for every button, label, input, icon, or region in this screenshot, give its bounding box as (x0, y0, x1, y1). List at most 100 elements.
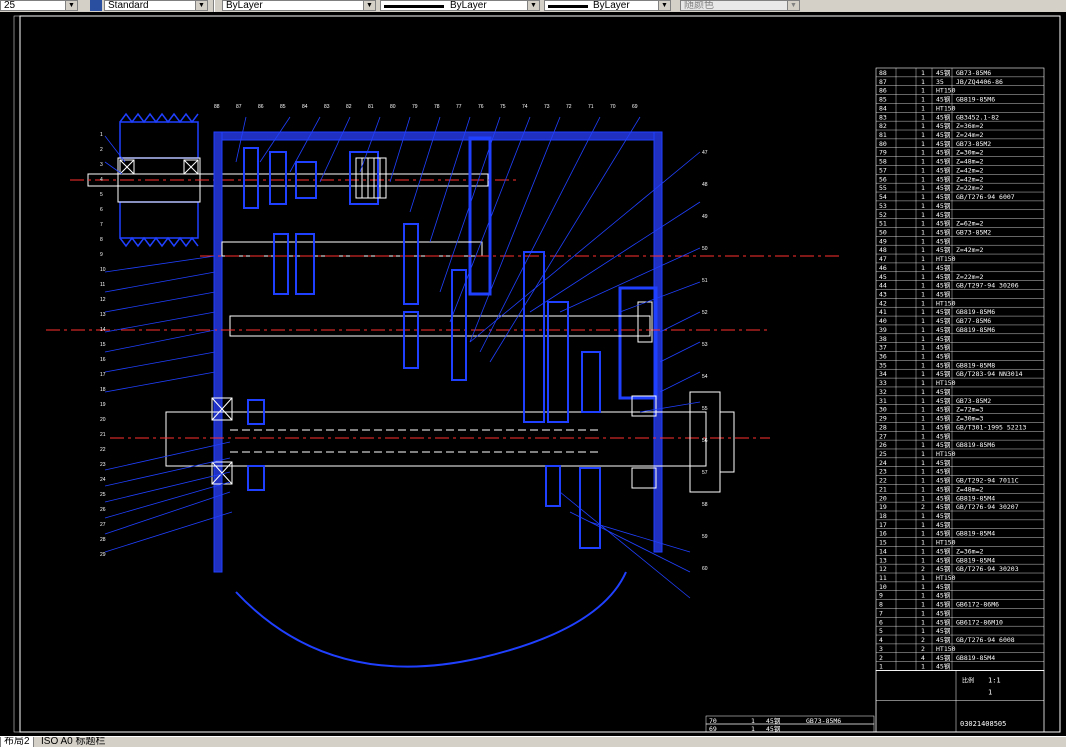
bom-standard: GB6172-86M10 (956, 618, 1003, 626)
bom-material: 45钢 (936, 282, 951, 290)
callout-left: 9 (100, 252, 103, 258)
chevron-down-icon[interactable]: ▼ (363, 1, 375, 10)
bom-standard: Z=42m=2 (956, 175, 983, 183)
bom-item-no: 80 (879, 140, 887, 148)
callout-top: 69 (632, 104, 638, 110)
plot-style-value: 随颜色 (684, 0, 714, 11)
bom-qty: 1 (921, 663, 925, 671)
bom-standard: GB819-85M4 (956, 556, 995, 564)
chevron-down-icon[interactable]: ▼ (527, 1, 539, 10)
bom-material: 45钢 (936, 583, 951, 591)
bom-standard: Z=72m=3 (956, 406, 983, 414)
bom-qty: 1 (921, 547, 925, 555)
bom-material: 45钢 (936, 193, 951, 201)
linetype-value: ByLayer (450, 0, 487, 11)
bom-standard: GB819-85M6 (956, 308, 995, 316)
callout-top: 83 (324, 104, 330, 110)
bom-qty: 1 (921, 361, 925, 369)
scale-combo[interactable]: 25 ▼ (0, 0, 78, 11)
chevron-down-icon[interactable]: ▼ (787, 1, 799, 10)
bom-material: 45钢 (936, 69, 951, 77)
bom-item-no: 41 (879, 308, 887, 316)
bom-standard: GB819-85M4 (956, 494, 995, 502)
callout-left: 12 (100, 297, 106, 303)
text-style-combo[interactable]: Standard ▼ (104, 0, 208, 11)
bom-item-no: 40 (879, 317, 887, 325)
bom-standard: GB3452.1-82 (956, 113, 999, 121)
bom-item-no: 84 (879, 104, 887, 112)
callout-top: 76 (478, 104, 484, 110)
bom-qty: 1 (921, 282, 925, 290)
bom-qty: 1 (921, 609, 925, 617)
bom-item-no: 20 (879, 494, 887, 502)
bom-item-no: 32 (879, 388, 887, 396)
bom-qty: 1 (921, 255, 925, 263)
bom-material: 45钢 (766, 725, 781, 733)
callout-left: 29 (100, 552, 106, 558)
bom-item-no: 19 (879, 503, 887, 511)
bom-item-no: 5 (879, 627, 883, 635)
callout-right: 60 (702, 566, 708, 572)
bom-qty: 1 (921, 96, 925, 104)
assembly-drawing: 88 87 86 85 84 83 82 81 80 79 78 77 76 75 74 73 72 71 70 69… (13, 15, 1061, 733)
bom-item-no: 31 (879, 397, 887, 405)
bom-qty: 4 (921, 654, 925, 662)
bom-item-no: 83 (879, 113, 887, 121)
bom-material: 45钢 (936, 353, 951, 361)
callout-left: 16 (100, 357, 106, 363)
callout-left: 7 (100, 222, 103, 228)
drawing-canvas[interactable]: 88 87 86 85 84 83 82 81 80 79 78 77 76 75 74 73 72 71 70 69… (0, 12, 1066, 736)
chevron-down-icon[interactable]: ▼ (658, 1, 670, 10)
bom-material: 45钢 (936, 158, 951, 166)
bom-item-no: 82 (879, 122, 887, 130)
chevron-down-icon[interactable]: ▼ (65, 1, 77, 10)
text-style-icon[interactable] (90, 0, 102, 11)
bom-qty: 1 (921, 78, 925, 86)
bom-qty: 1 (921, 397, 925, 405)
bom-qty: 2 (921, 503, 925, 511)
scale-value: 1:1 (988, 676, 1001, 684)
linetype-combo[interactable]: ByLayer ▼ (380, 0, 540, 11)
bom-qty: 1 (921, 87, 925, 95)
output-shaft (229, 315, 651, 337)
bom-qty: 1 (921, 627, 925, 635)
bom-standard: GB819-85M8 (956, 361, 995, 369)
bom-material: 45钢 (936, 370, 951, 378)
bom-material: 45钢 (936, 485, 951, 493)
bom-qty: 1 (921, 379, 925, 387)
plot-style-combo[interactable]: 随颜色 ▼ (680, 0, 800, 11)
intermediate-shaft (221, 241, 483, 257)
bom-standard: Z=36m=2 (956, 547, 983, 555)
bom-bottom-row (705, 715, 875, 725)
bom-material: 45钢 (936, 406, 951, 414)
bom-material: HT150 (936, 299, 956, 307)
bom-qty: 1 (921, 353, 925, 361)
bom-qty: 1 (921, 335, 925, 343)
bom-qty: 1 (921, 415, 925, 423)
bom-material: 45钢 (936, 663, 951, 671)
bom-qty: 1 (921, 370, 925, 378)
bom-item-no: 34 (879, 370, 887, 378)
bom-material: 45钢 (936, 131, 951, 139)
lineweight-swatch (548, 5, 588, 8)
lineweight-combo[interactable]: ByLayer ▼ (544, 0, 671, 11)
bom-qty: 1 (921, 317, 925, 325)
bom-item-no: 14 (879, 547, 887, 555)
bom-material: 45钢 (936, 423, 951, 431)
color-combo[interactable]: ByLayer ▼ (222, 0, 376, 11)
callout-right: 58 (702, 502, 708, 508)
bom-item-no: 48 (879, 246, 887, 254)
callout-left: 22 (100, 447, 106, 453)
bom-material: 45钢 (936, 556, 951, 564)
chevron-down-icon[interactable]: ▼ (195, 1, 207, 10)
bom-item-no: 3 (879, 645, 883, 653)
bom-material: 45钢 (936, 432, 951, 440)
bom-standard: GB/T301-1995 52213 (956, 423, 1027, 431)
bom-item-no: 33 (879, 379, 887, 387)
bom-item-no: 7 (879, 609, 883, 617)
bom-standard: GB/T283-94 NN3014 (956, 370, 1023, 378)
bom-standard: GB/T276-94 6008 (956, 636, 1015, 644)
bom-item-no: 2 (879, 654, 883, 662)
bom-item-no: 21 (879, 485, 887, 493)
bom-material: 45钢 (936, 503, 951, 511)
